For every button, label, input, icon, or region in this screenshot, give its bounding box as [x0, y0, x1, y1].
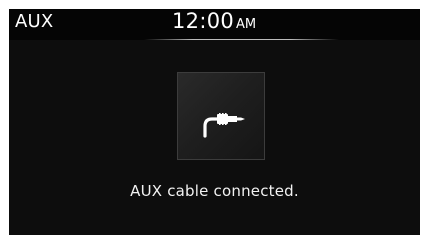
clock-time: 12:00: [172, 9, 235, 33]
header-divider: [144, 39, 339, 40]
source-label: AUX: [15, 11, 54, 32]
connection-status-message: AUX cable connected.: [130, 182, 299, 200]
aux-cable-plug-icon: [203, 113, 245, 138]
clock: 12:00 AM: [172, 9, 256, 33]
aux-screen: AUX 12:00 AM AUX cable connected.: [9, 9, 420, 235]
clock-ampm: AM: [236, 17, 257, 32]
status-bar: AUX 12:00 AM: [9, 9, 420, 40]
aux-icon-tile: [177, 72, 265, 160]
